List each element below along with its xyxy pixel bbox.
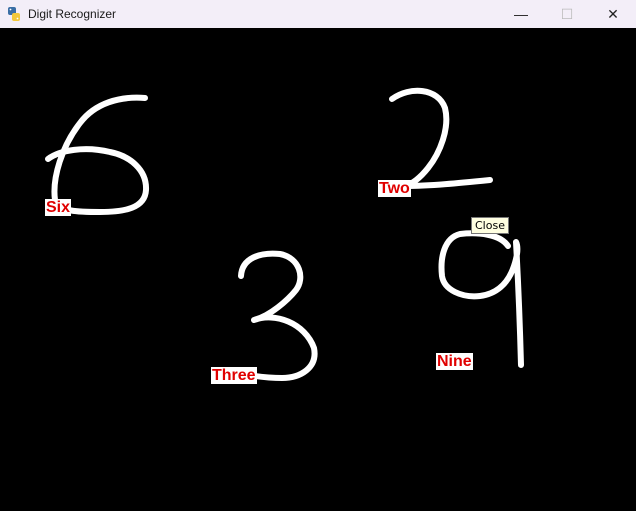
prediction-label-nine: Nine	[436, 353, 473, 370]
digit-stroke-3	[219, 250, 318, 381]
window-title: Digit Recognizer	[28, 7, 117, 21]
prediction-label-three: Three	[211, 367, 257, 384]
close-icon: ✕	[607, 5, 619, 22]
close-button[interactable]: ✕	[590, 0, 636, 28]
maximize-icon: ☐	[560, 5, 574, 22]
digit-stroke-6	[45, 94, 149, 215]
prediction-label-six: Six	[45, 199, 72, 216]
prediction-label-two: Two	[378, 180, 411, 197]
maximize-button[interactable]: ☐	[544, 0, 590, 28]
close-tooltip: Close	[471, 217, 509, 234]
python-icon	[6, 6, 22, 22]
strokes-layer	[45, 87, 524, 381]
digit-stroke-2	[389, 87, 493, 189]
minimize-icon: —	[514, 6, 528, 22]
window-controls: — ☐ ✕	[498, 0, 636, 28]
drawing-canvas[interactable]: Six Two Three Nine	[0, 28, 636, 511]
title-bar[interactable]: Digit Recognizer — ☐ ✕	[0, 0, 636, 28]
minimize-button[interactable]: —	[498, 0, 544, 28]
digit-stroke-9	[438, 230, 524, 368]
